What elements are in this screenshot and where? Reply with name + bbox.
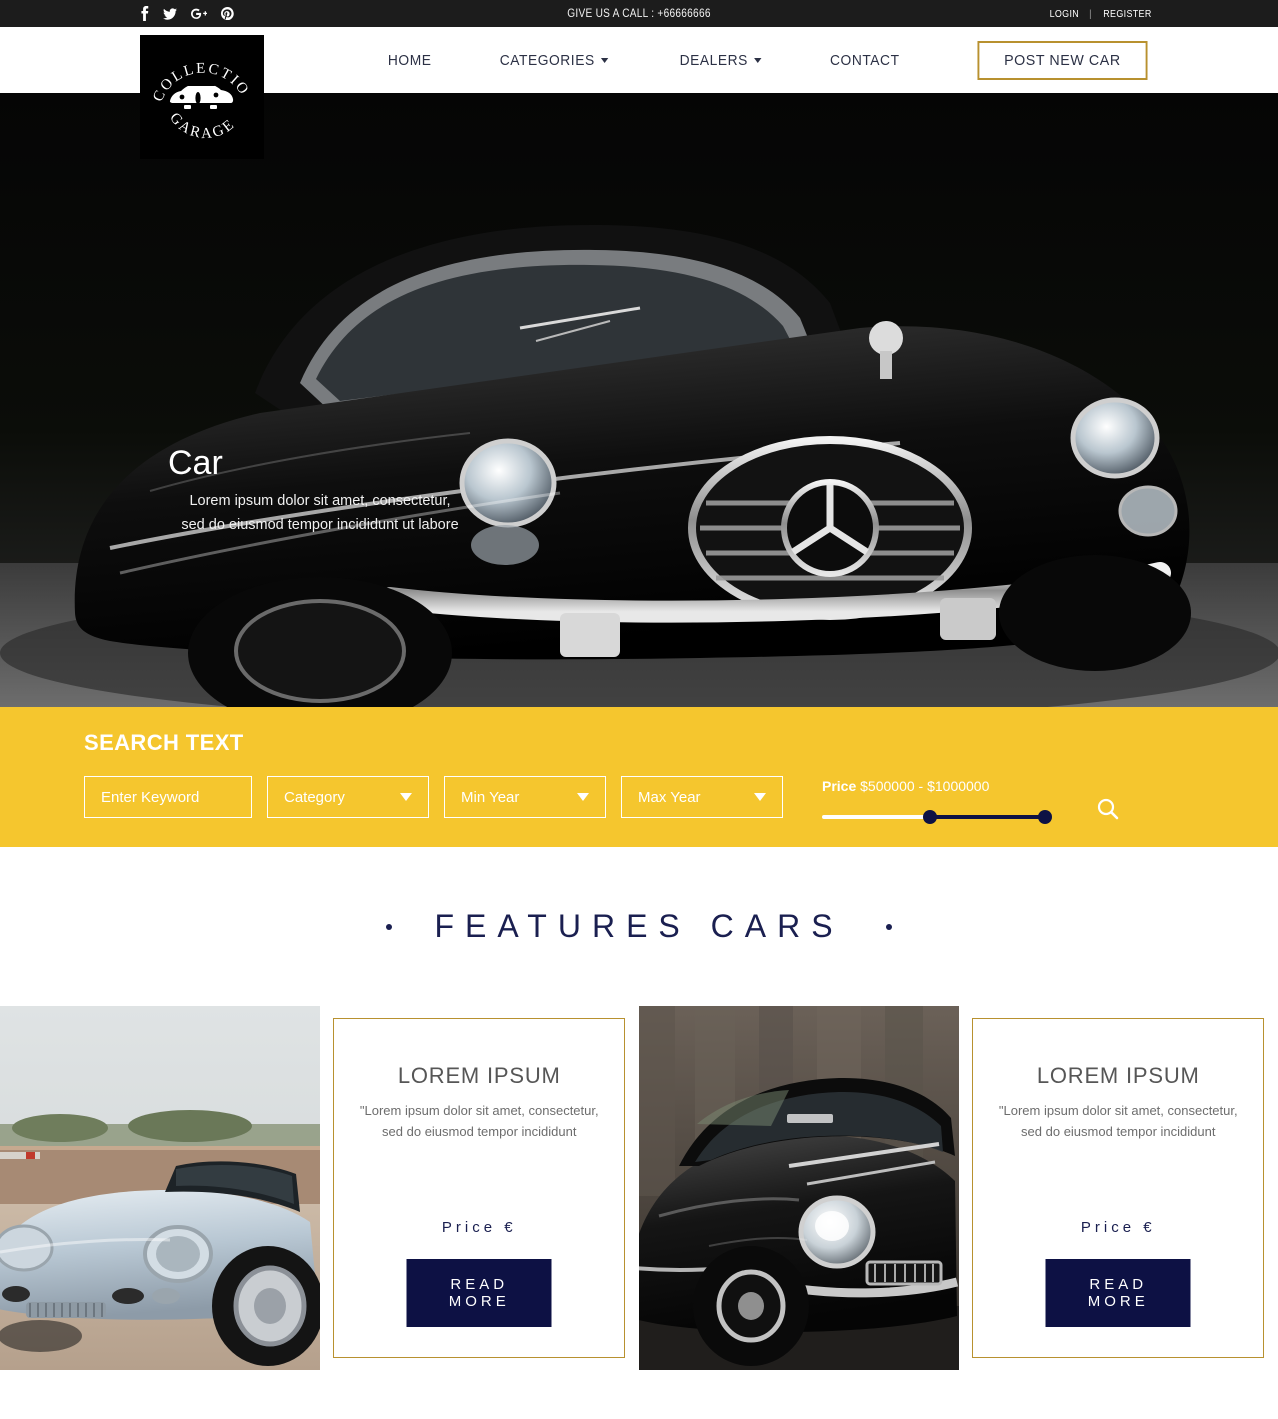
price-label: Price [822,778,857,794]
slider-selected-range [927,815,1042,819]
min-year-select[interactable]: Min Year [444,776,606,818]
car-card: LOREM IPSUM "Lorem ipsum dolor sit amet,… [972,1018,1265,1358]
nav-label: CONTACT [829,51,900,69]
slider-handle-max[interactable] [1037,810,1052,824]
chevron-down-icon [577,793,589,801]
card-description: "Lorem ipsum dolor sit amet, consectetur… [973,1101,1263,1143]
hero-subtitle-line-1: Lorem ipsum dolor sit amet, consectetur, [189,493,451,510]
price-range-value: $500000 - $1000000 [860,778,990,794]
card-desc-line-2: sed do eiusmod tempor incididunt [382,1123,577,1139]
nav-item-home[interactable]: HOME [359,52,460,69]
search-heading: SEARCH TEXT [84,730,244,755]
min-year-value: Min Year [461,788,520,806]
card-title: LOREM IPSUM [397,1063,561,1088]
price-label-row: Price $500000 - $1000000 [822,778,1042,794]
bullet-dot-right [885,923,892,930]
bullet-dot-left [386,923,393,930]
hero-title: Car [168,444,223,482]
search-icon [1097,798,1119,820]
nav-item-contact[interactable]: CONTACT [801,52,928,69]
read-more-button[interactable]: READ MORE [1045,1259,1191,1327]
nav-label: HOME [387,51,432,69]
slider-handle-min[interactable] [923,810,938,824]
top-bar: GIVE US A CALL : +66666666 LOGIN | REGIS… [0,0,1278,27]
chevron-down-icon [601,57,609,63]
nav-label: DEALERS [679,51,748,69]
main-navigation: HOME CATEGORIES DEALERS CONTACT POST NEW… [355,40,1152,80]
hero-subtitle-line-2: sed do eiusmod tempor incididunt ut labo… [181,517,459,534]
car-image-cell-2[interactable] [639,1006,959,1370]
phone-text: GIVE US A CALL : +66666666 [567,7,711,20]
auth-links: LOGIN | REGISTER [1047,8,1156,20]
card-desc-line-1: "Lorem ipsum dolor sit amet, consectetur… [359,1103,599,1118]
price-range-slider[interactable] [822,810,1052,824]
nav-item-dealers[interactable]: DEALERS [651,52,790,69]
card-description: "Lorem ipsum dolor sit amet, consectetur… [334,1101,624,1143]
price-filter: Price $500000 - $1000000 [822,776,1052,824]
card-price: Price € [1080,1219,1156,1236]
nav-label: CATEGORIES [500,51,596,69]
hero-banner: Car Lorem ipsum dolor sit amet, consecte… [0,93,1278,707]
car-photo-spyder [0,1006,320,1370]
car-info-cell-2: LOREM IPSUM "Lorem ipsum dolor sit amet,… [958,1006,1278,1370]
login-link[interactable]: LOGIN [1050,8,1079,20]
card-title: LOREM IPSUM [1036,1063,1200,1088]
card-price: Price € [441,1219,517,1236]
hero-image [0,93,1278,707]
search-bar: SEARCH TEXT Category Min Year Max Year P… [0,707,1278,847]
max-year-select[interactable]: Max Year [621,776,783,818]
car-photo-911 [639,1006,959,1370]
chevron-down-icon [400,793,412,801]
nav-item-categories[interactable]: CATEGORIES [472,52,638,69]
register-link[interactable]: REGISTER [1103,8,1151,20]
car-card: LOREM IPSUM "Lorem ipsum dolor sit amet,… [333,1018,626,1358]
featured-cars-grid: LOREM IPSUM "Lorem ipsum dolor sit amet,… [0,1006,1278,1370]
search-controls: Category Min Year Max Year Price $500000… [84,776,1278,824]
chevron-down-icon [754,793,766,801]
car-image-cell-1[interactable] [0,1006,320,1370]
read-more-button[interactable]: READ MORE [406,1259,552,1327]
auth-separator: | [1088,7,1093,20]
car-info-cell-1: LOREM IPSUM "Lorem ipsum dolor sit amet,… [319,1006,639,1370]
max-year-value: Max Year [638,788,701,806]
category-value: Category [284,788,345,806]
features-section-header: FEATURES CARS [0,847,1278,1006]
card-desc-line-2: sed do eiusmod tempor incididunt [1021,1123,1216,1139]
post-new-car-button[interactable]: POST NEW CAR [977,40,1148,80]
card-desc-line-1: "Lorem ipsum dolor sit amet, consectetur… [998,1103,1238,1118]
search-submit-button[interactable] [1097,798,1119,820]
features-title: FEATURES CARS [434,908,844,944]
search-input[interactable] [84,776,252,818]
site-logo[interactable]: COLLECTION GARAGE [140,35,264,159]
category-select[interactable]: Category [267,776,429,818]
chevron-down-icon [753,57,762,63]
site-header: COLLECTION GARAGE HOME CATEGORIES [0,27,1278,159]
